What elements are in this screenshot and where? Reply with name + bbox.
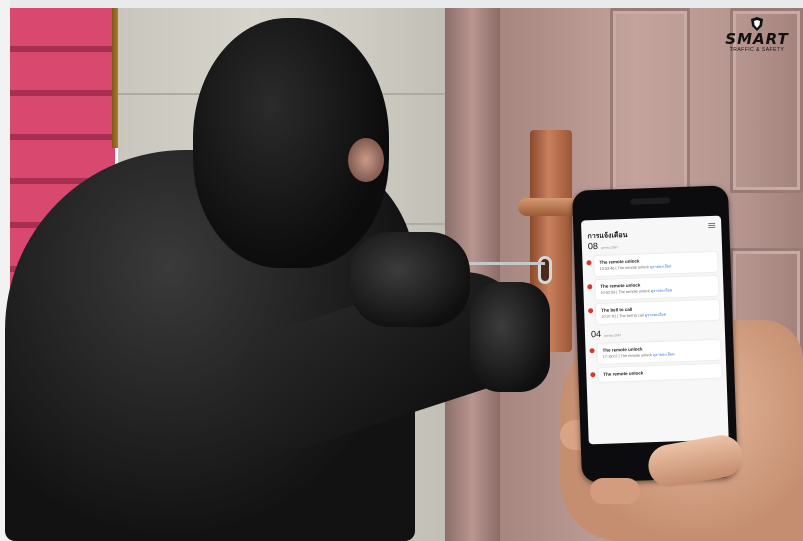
details-link[interactable]: ดูรายละเอียด (645, 313, 667, 318)
gloved-hand-upper (350, 232, 470, 327)
day-header: 04 ตุลาคม 2567 (585, 324, 725, 342)
alert-dot-icon (589, 348, 595, 354)
logo-text: SMART (725, 30, 789, 48)
notification-time: 17:15:07 | The remote unlock (602, 353, 653, 359)
notification-item[interactable]: The bell to call 10:37:01 | The bell to … (588, 299, 720, 325)
menu-icon[interactable] (708, 222, 716, 229)
notification-time: 10:37:01 | The bell to call (601, 313, 644, 319)
gloved-hand-lower (470, 282, 550, 392)
logo-tagline: TRAFFIC & SAFETY (729, 47, 785, 53)
photo-scene: SMART TRAFFIC & SAFETY การแจ้งเตือน 08 ต… (0, 0, 803, 541)
notification-item[interactable]: The remote unlock 10:52:59 | The remote … (587, 275, 719, 301)
alert-dot-icon (587, 284, 593, 290)
alert-dot-icon (586, 260, 592, 266)
notification-item[interactable]: The remote unlock (590, 363, 722, 382)
alert-dot-icon (590, 372, 596, 378)
notification-title: The remote unlock (603, 370, 644, 377)
day-number: 04 (590, 328, 602, 340)
notification-time: 10:52:59 | The remote unlock (600, 289, 650, 295)
keyhole (538, 256, 552, 284)
day-subtitle: ตุลาคม 2567 (600, 245, 619, 250)
day-subtitle: ตุลาคม 2567 (603, 333, 622, 338)
notification-item[interactable]: The remote unlock 17:15:07 | The remote … (589, 339, 721, 365)
details-link[interactable]: ดูรายละเอียด (651, 288, 673, 293)
phone-screen: การแจ้งเตือน 08 ตุลาคม 2567 The remote u… (580, 215, 729, 445)
details-link[interactable]: ดูรายละเอียด (650, 264, 672, 269)
app-title: การแจ้งเตือน (587, 231, 628, 241)
alert-dot-icon (588, 308, 594, 314)
details-link[interactable]: ดูรายละเอียด (653, 352, 675, 357)
smart-logo: SMART TRAFFIC & SAFETY (712, 16, 802, 56)
notification-time: 10:53:46 | The remote unlock (599, 265, 649, 271)
finger (590, 478, 640, 504)
notification-item[interactable]: The remote unlock 10:53:46 | The remote … (586, 251, 718, 277)
background-strip (0, 0, 803, 8)
balaclava-eye-opening (348, 138, 384, 182)
door-panel (610, 8, 690, 193)
phone-notch (630, 197, 671, 205)
